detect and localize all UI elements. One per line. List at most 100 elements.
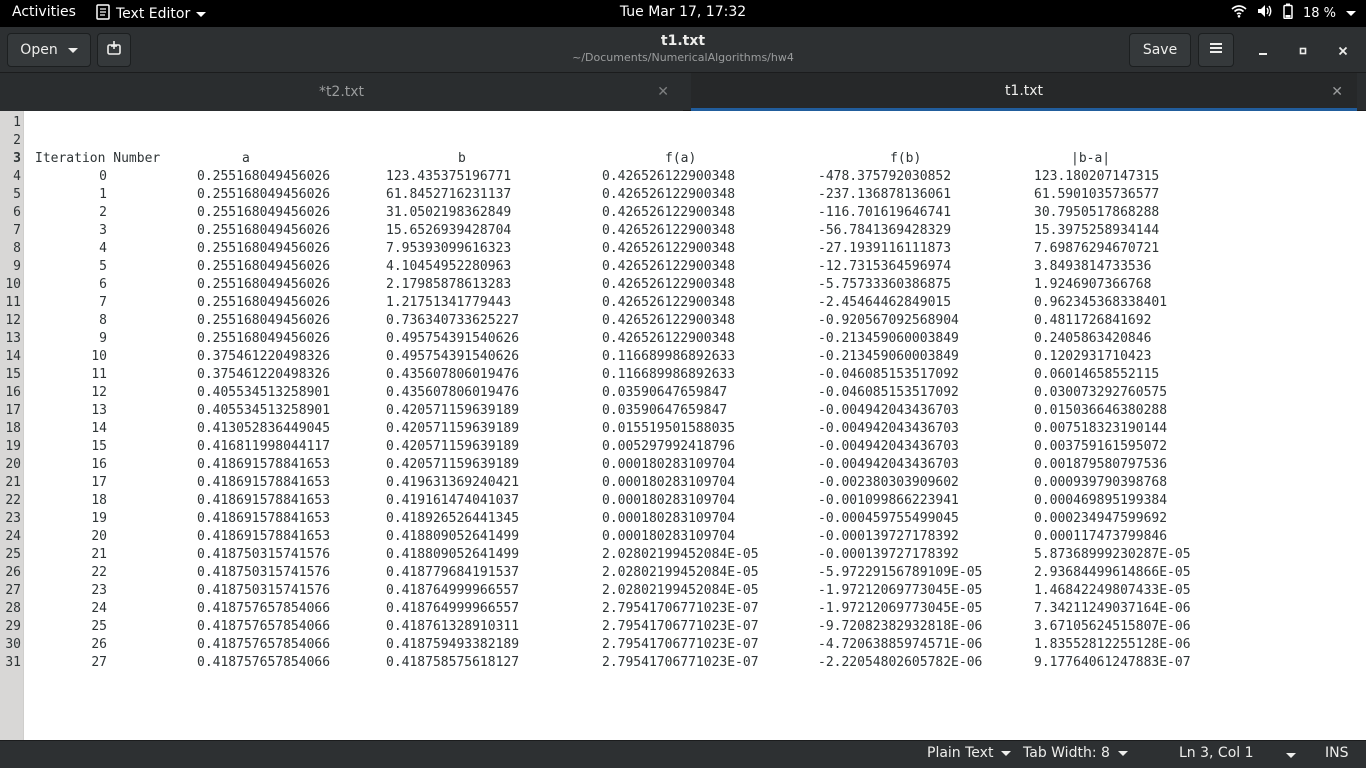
tab-label: *t2.txt [318,84,365,100]
close-window-button[interactable] [1332,40,1354,60]
clock[interactable]: Tue Mar 17, 17:32 [620,4,746,20]
line-number: 13 [5,331,21,346]
a-cell: 0.405534513258901 [197,385,331,400]
b-cell: 0.418759493382189 [386,637,520,652]
a-cell: 0.405534513258901 [197,403,331,418]
insert-mode-indicator[interactable]: INS [1325,745,1349,761]
document-text[interactable]: Iteration Number a b f(a) f(b) |b-a| 0 0.… [35,111,1355,670]
iteration-cell: 16 [91,457,107,472]
b-cell: 0.420571159639189 [386,421,520,436]
battery-icon [1283,3,1293,23]
line-number: 23 [5,511,21,526]
window-title-area: t1.txt ~/Documents/NumericalAlgorithms/h… [383,33,983,64]
b-cell: 0.418809052641499 [386,529,520,544]
b-cell: 0.420571159639189 [386,403,520,418]
iteration-cell: 18 [91,493,107,508]
gnome-top-bar: Activities Text Editor Tue Mar 17, 17:32… [0,0,1366,27]
cursor-position[interactable]: Ln 3, Col 1 [1179,745,1254,761]
app-menu[interactable]: Text Editor [96,4,207,24]
fa-cell: 0.426526122900348 [602,259,736,274]
a-cell: 0.255168049456026 [197,187,331,202]
fb-cell: -0.046085153517092 [818,367,959,382]
diff-cell: 0.001879580797536 [1034,457,1168,472]
b-cell: 7.95393099616323 [386,241,512,256]
maximize-button[interactable] [1292,40,1314,60]
table-row: 18 0.418691578841653 0.419161474041037 0.00… [35,492,1355,510]
hamburger-menu-button[interactable] [1198,33,1234,67]
iteration-cell: 27 [91,655,107,670]
line-number: 31 [5,655,21,670]
b-cell: 0.418758575618127 [386,655,520,670]
new-document-button[interactable] [97,33,131,67]
save-button[interactable]: Save [1129,33,1191,67]
activities-button[interactable]: Activities [12,4,76,20]
line-number: 22 [5,493,21,508]
minimize-button[interactable] [1252,40,1274,60]
a-cell: 0.418691578841653 [197,493,331,508]
diff-cell: 3.67105624515807E-06 [1034,619,1191,634]
line-number: 6 [13,205,21,220]
header-row: Iteration Number a b f(a) f(b) |b-a| [35,150,1355,168]
iteration-cell: 26 [91,637,107,652]
table-row: 16 0.418691578841653 0.420571159639189 0.00… [35,456,1355,474]
fa-cell: 2.79541706771023E-07 [602,601,759,616]
table-row: 5 0.255168049456026 4.10454952280963 0.4265… [35,258,1355,276]
iteration-cell: 6 [99,277,107,292]
fb-cell: -0.004942043436703 [818,457,959,472]
diff-cell: 123.180207147315 [1034,169,1160,184]
table-row: 27 0.418757657854066 0.418758575618127 2.79… [35,654,1355,672]
fa-cell: 0.426526122900348 [602,331,736,346]
header-bar: Open t1.txt ~/Documents/NumericalAlgorit… [0,27,1366,73]
table-row: 22 0.418750315741576 0.418779684191537 2.02… [35,564,1355,582]
tab-width-selector[interactable]: Tab Width: 8 [1023,745,1128,761]
iteration-cell: 5 [99,259,107,274]
diff-cell: 30.7950517868288 [1034,205,1160,220]
window-subtitle: ~/Documents/NumericalAlgorithms/hw4 [572,51,794,64]
b-cell: 0.420571159639189 [386,439,520,454]
tab-t1[interactable]: t1.txt ✕ [691,73,1357,111]
line-number: 1 [13,115,21,130]
a-cell: 0.418691578841653 [197,511,331,526]
a-cell: 0.255168049456026 [197,259,331,274]
fb-cell: -478.375792030852 [818,169,952,184]
iteration-cell: 17 [91,475,107,490]
a-cell: 0.255168049456026 [197,205,331,220]
tab-width-label: Tab Width: 8 [1023,745,1110,761]
fa-cell: 0.000180283109704 [602,511,736,526]
diff-cell: 7.34211249037164E-06 [1034,601,1191,616]
maximize-icon [1298,41,1308,60]
b-cell: 0.419631369240421 [386,475,520,490]
fb-cell: -0.213459060003849 [818,349,959,364]
new-document-icon [106,40,122,60]
line-number: 8 [13,241,21,256]
language-label: Plain Text [927,745,994,761]
iteration-cell: 19 [91,511,107,526]
text-editor-area[interactable]: 1 2 3 4 5 6 7 8 9 10 11 12 13 14 15 16 17 18 19 20 21 22 23 24 2… [0,111,1366,740]
tab-t2[interactable]: *t2.txt ✕ [0,73,683,111]
fb-cell: -5.97229156789109E-05 [818,565,983,580]
iteration-cell: 9 [99,331,107,346]
volume-icon [1257,4,1273,22]
open-button[interactable]: Open [7,33,91,67]
line-number: 19 [5,439,21,454]
fb-cell: -0.002380303909602 [818,475,959,490]
tab-close-icon[interactable]: ✕ [1331,84,1343,100]
a-cell: 0.418691578841653 [197,475,331,490]
chevron-down-icon[interactable] [1286,753,1296,758]
b-cell: 2.17985878613283 [386,277,512,292]
iteration-cell: 11 [91,367,107,382]
tab-close-icon[interactable]: ✕ [657,84,669,100]
line-number: 18 [5,421,21,436]
b-cell: 1.21751341779443 [386,295,512,310]
fa-cell: 2.02802199452084E-05 [602,565,759,580]
fa-cell: 0.03590647659847 [602,385,728,400]
fa-cell: 2.79541706771023E-07 [602,655,759,670]
diff-cell: 0.000117473799846 [1034,529,1168,544]
diff-cell: 0.2405863420846 [1034,331,1152,346]
chevron-down-icon [1001,750,1012,756]
fa-cell: 0.426526122900348 [602,313,736,328]
fa-cell: 0.000180283109704 [602,529,736,544]
language-selector[interactable]: Plain Text [927,745,1012,761]
line-number: 10 [5,277,21,292]
system-tray[interactable]: 18 % [1231,3,1356,23]
